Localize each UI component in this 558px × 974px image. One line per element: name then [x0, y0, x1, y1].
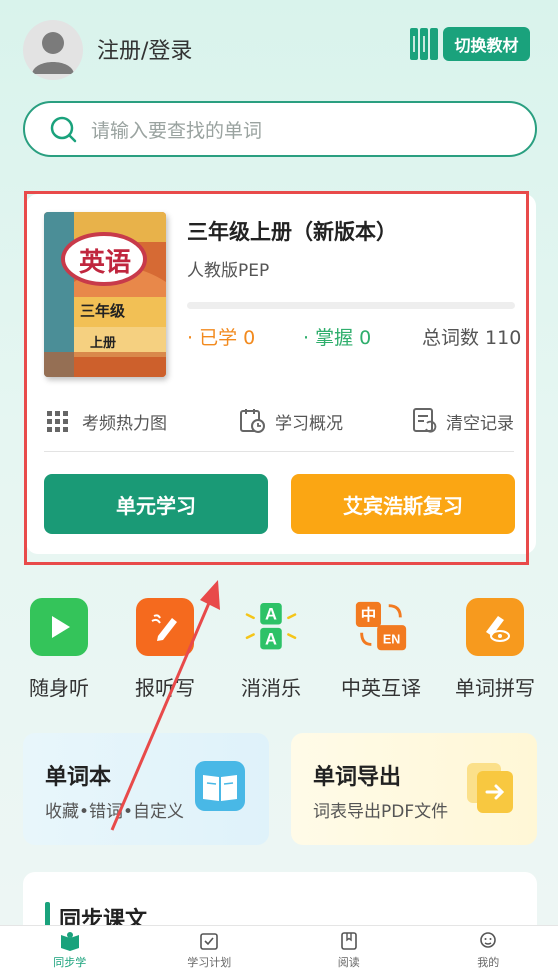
word-export-card[interactable]: 单词导出 词表导出PDF文件: [291, 733, 537, 845]
book-title: 三年级上册（新版本）: [187, 220, 397, 244]
clear-record-tool[interactable]: 清空记录: [412, 405, 514, 437]
search-bar[interactable]: 请输入要查找的单词: [23, 101, 537, 157]
study-book-icon: [60, 931, 79, 951]
book-open-icon: [195, 761, 245, 811]
study-overview-label: 学习概况: [275, 413, 343, 434]
tab-sync-study-label: 同步学: [53, 955, 87, 969]
svg-text:中: 中: [361, 605, 376, 624]
feature-spelling-label: 单词拼写: [455, 676, 535, 700]
feature-dictation-label: 报听写: [135, 676, 195, 700]
reading-icon: [340, 931, 357, 950]
tab-mine[interactable]: 我的: [419, 926, 558, 974]
export-icon: [467, 763, 513, 813]
book-cover-title: 英语: [78, 248, 131, 278]
book-cover-grade: 三年级: [80, 302, 126, 320]
progress-bar: [187, 302, 515, 309]
login-link[interactable]: 注册/登录: [97, 33, 192, 65]
feature-match-game-label: 消消乐: [241, 676, 301, 700]
play-icon: [30, 598, 88, 656]
book-cover[interactable]: 英语 三年级 上册: [44, 212, 166, 377]
feature-spelling[interactable]: 单词拼写: [445, 598, 545, 701]
divider: [44, 451, 514, 452]
tab-study-plan[interactable]: 学习计划: [140, 926, 280, 974]
ebbinghaus-review-button[interactable]: 艾宾浩斯复习: [291, 474, 515, 534]
tab-mine-label: 我的: [477, 955, 500, 969]
pencil-icon: [136, 598, 194, 656]
book-cover-volume: 上册: [90, 336, 117, 351]
feature-translate[interactable]: 中 EN 中英互译: [331, 598, 431, 701]
word-export-subtitle: 词表导出PDF文件: [313, 802, 449, 822]
books-icon: [410, 28, 438, 60]
tab-sync-study[interactable]: 同步学: [0, 926, 140, 974]
user-icon: [32, 32, 74, 74]
study-overview-tool[interactable]: 学习概况: [239, 405, 343, 437]
wordbook-subtitle: 收藏•错词•自定义: [45, 802, 185, 822]
translate-icon: 中 EN: [352, 598, 410, 656]
avatar[interactable]: [23, 20, 83, 80]
heatmap-tool[interactable]: 考频热力图: [46, 405, 167, 437]
book-cover-image: [44, 212, 166, 377]
learned-count: · 已学 0: [187, 327, 256, 349]
mastered-count: · 掌握 0: [303, 327, 372, 349]
clear-record-label: 清空记录: [446, 413, 514, 434]
svg-text:A: A: [265, 605, 277, 624]
tab-study-plan-label: 学习计划: [187, 955, 232, 969]
feature-dictation[interactable]: 报听写: [115, 598, 215, 701]
wordbook-card[interactable]: 单词本 收藏•错词•自定义: [23, 733, 269, 845]
search-icon: [50, 116, 77, 143]
letter-a-icon: A A: [242, 598, 300, 656]
total-word-count: 总词数 110: [422, 327, 522, 349]
word-export-title: 单词导出: [313, 765, 402, 790]
search-input[interactable]: 请输入要查找的单词: [91, 116, 262, 143]
feature-match-game[interactable]: A A 消消乐: [221, 598, 321, 701]
heatmap-label: 考频热力图: [82, 413, 167, 434]
tab-bar: 同步学 学习计划 阅读 我的: [0, 925, 558, 974]
plan-icon: [200, 932, 219, 950]
switch-textbook-button[interactable]: 切换教材: [443, 27, 530, 61]
spell-icon: [466, 598, 524, 656]
book-publisher: 人教版PEP: [187, 261, 270, 281]
wordbook-title: 单词本: [45, 765, 112, 790]
svg-text:EN: EN: [383, 632, 400, 646]
tab-reading[interactable]: 阅读: [279, 926, 419, 974]
grid-icon: [47, 411, 68, 432]
calendar-clock-icon: [240, 409, 265, 433]
unit-study-button[interactable]: 单元学习: [44, 474, 268, 534]
svg-text:A: A: [265, 629, 277, 648]
clear-record-icon: [413, 408, 437, 433]
feature-listen-label: 随身听: [29, 676, 89, 700]
switch-textbook[interactable]: 切换教材: [408, 26, 530, 62]
tab-reading-label: 阅读: [337, 955, 360, 969]
feature-translate-label: 中英互译: [341, 676, 421, 700]
feature-listen[interactable]: 随身听: [9, 598, 109, 701]
profile-icon: [480, 931, 497, 948]
